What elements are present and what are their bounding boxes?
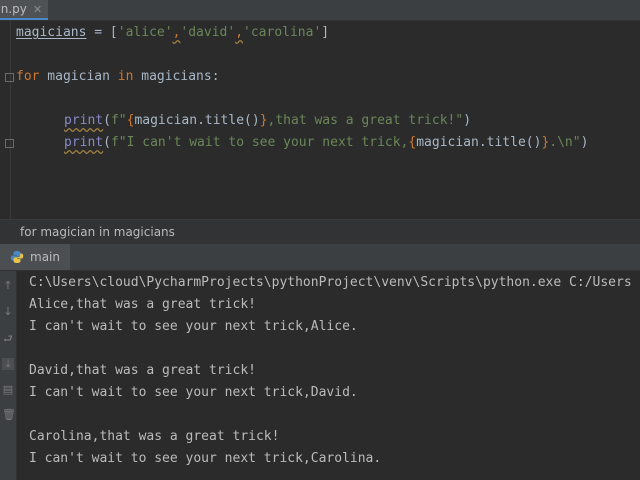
code-line-1: magicians = ['alice','david','carolina'] xyxy=(16,22,329,44)
soft-wrap-icon[interactable]: ⮐ xyxy=(2,333,14,345)
arrow-up-icon[interactable]: ↑ xyxy=(2,280,14,292)
console-line: I can't wait to see your next trick,Alic… xyxy=(29,319,358,334)
token-paren: ( xyxy=(103,135,111,150)
token-brace: } xyxy=(259,113,268,128)
token-builtin-print: print xyxy=(64,113,104,128)
token-bracket: ] xyxy=(321,25,330,40)
token-expression: magician.title() xyxy=(134,113,260,128)
trash-icon[interactable]: 🗑 xyxy=(2,409,16,421)
close-icon[interactable]: ✕ xyxy=(33,3,42,16)
console-line: Alice,that was a great trick! xyxy=(29,297,256,312)
token-identifier: magicians: xyxy=(133,69,220,84)
code-line-3: for magician in magicians: xyxy=(16,66,220,88)
gutter-divider xyxy=(10,21,11,219)
token-paren: ) xyxy=(463,113,472,128)
scroll-to-end-icon[interactable]: ⤓ xyxy=(2,358,14,370)
token-keyword-in: in xyxy=(117,69,134,84)
run-panel-header: main xyxy=(0,244,640,271)
code-line-6: print(f"I can't wait to see your next tr… xyxy=(64,132,588,154)
token-string: .\n" xyxy=(549,135,581,150)
token-string: ,that was a great trick!" xyxy=(267,113,464,128)
token-fstring-prefix: f" xyxy=(110,113,127,128)
console-line: I can't wait to see your next trick,Davi… xyxy=(29,385,358,400)
token-op: = [ xyxy=(86,25,118,40)
token-builtin-print: print xyxy=(64,135,104,150)
token-keyword-for: for xyxy=(16,69,40,84)
token-paren: ) xyxy=(580,135,589,150)
run-tab-label: main xyxy=(30,250,60,264)
token-string: 'alice' xyxy=(117,25,173,40)
token-string: 'david' xyxy=(180,25,236,40)
console-line: C:\Users\cloud\PycharmProjects\pythonPro… xyxy=(29,275,632,290)
editor-tab-bar: ain.py ✕ xyxy=(0,0,640,21)
fold-icon[interactable] xyxy=(5,139,14,148)
console-line: Carolina,that was a great trick! xyxy=(29,429,280,444)
run-tab-main[interactable]: main xyxy=(0,244,70,270)
breadcrumb[interactable]: for magician in magicians xyxy=(20,220,175,244)
tab-main-py[interactable]: ain.py ✕ xyxy=(0,0,49,20)
run-toolbar: ↑ ↓ ⮐ ⤓ ▤ 🗑 xyxy=(0,271,17,480)
tab-label: ain.py xyxy=(0,2,27,16)
token-identifier: magician xyxy=(39,69,118,84)
python-icon xyxy=(10,251,24,263)
token-paren: ( xyxy=(103,113,111,128)
token-variable: magicians xyxy=(16,25,87,40)
console-line: I can't wait to see your next trick,Caro… xyxy=(29,451,382,466)
print-icon[interactable]: ▤ xyxy=(2,384,14,396)
breadcrumb-bar: for magician in magicians xyxy=(0,219,640,244)
token-string: f"I can't wait to see your next trick, xyxy=(110,135,409,150)
console-output[interactable]: C:\Users\cloud\PycharmProjects\pythonPro… xyxy=(17,271,640,480)
console-line: David,that was a great trick! xyxy=(29,363,256,378)
token-comma: , xyxy=(235,25,244,40)
code-editor[interactable]: magicians = ['alice','david','carolina']… xyxy=(0,21,640,219)
arrow-down-icon[interactable]: ↓ xyxy=(2,306,14,318)
code-line-5: print(f"{magician.title()},that was a gr… xyxy=(64,110,471,132)
fold-icon[interactable] xyxy=(5,73,14,82)
token-expression: magician.title() xyxy=(416,135,542,150)
token-string: 'carolina' xyxy=(243,25,322,40)
